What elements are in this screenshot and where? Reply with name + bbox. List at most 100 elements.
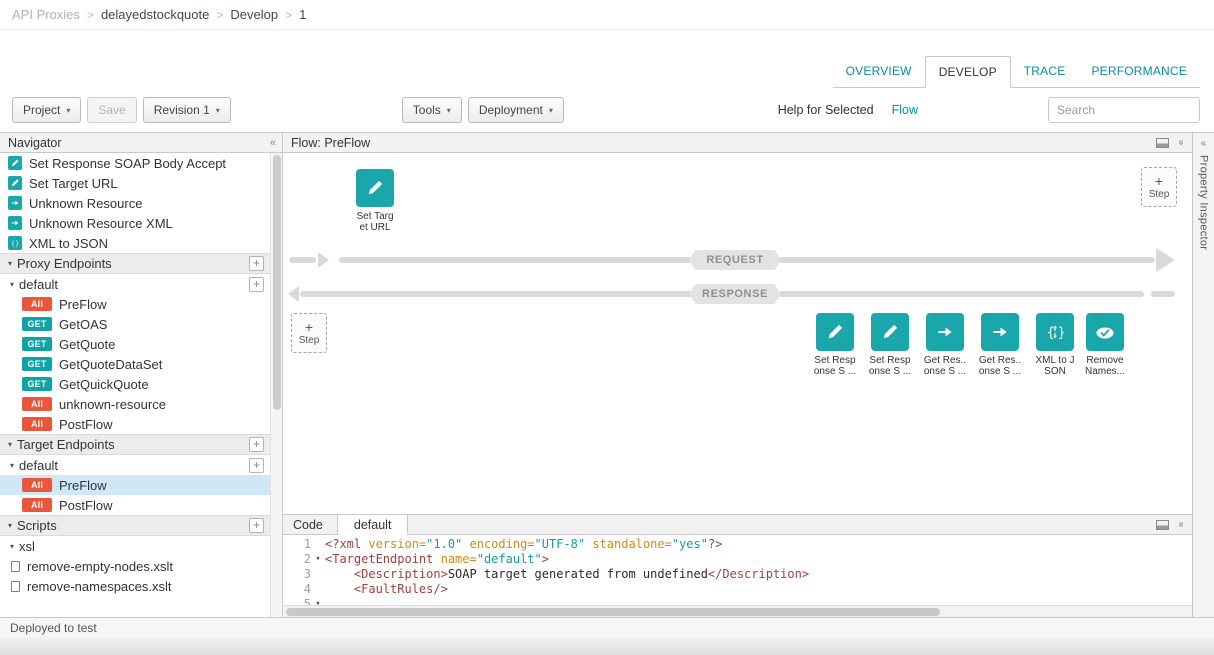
nav-policy-xml-to-json[interactable]: {} XML to JSON xyxy=(0,233,282,253)
section-target-endpoints[interactable]: ▾ Target Endpoints + xyxy=(0,434,282,455)
collapse-panel-icon[interactable]: « xyxy=(270,137,276,149)
nav-script-remove-namespaces[interactable]: remove-namespaces.xslt xyxy=(0,576,282,596)
collapse-panel-icon[interactable]: « xyxy=(1176,140,1187,146)
policy-step-set-target-url[interactable]: Set Target URL xyxy=(347,169,403,233)
step-label: Set Target URL xyxy=(356,211,393,233)
plus-icon: + xyxy=(1155,174,1163,188)
scrollbar-thumb[interactable] xyxy=(286,608,940,616)
step-label: Get Res..onse S ... xyxy=(924,355,966,377)
triangle-down-icon: ▾ xyxy=(8,259,12,268)
braces-icon: {} xyxy=(1036,313,1074,351)
nav-proxy-postflow[interactable]: All PostFlow xyxy=(0,414,282,434)
tab-trace[interactable]: TRACE xyxy=(1011,56,1079,87)
nav-proxy-unknown-resource[interactable]: All unknown-resource xyxy=(0,394,282,414)
project-button[interactable]: Project ▾ xyxy=(12,97,81,123)
nav-target-postflow[interactable]: All PostFlow xyxy=(0,495,282,515)
add-target-endpoint-button[interactable]: + xyxy=(249,437,264,452)
add-step-label: Step xyxy=(299,335,320,346)
policy-step-get-response-2[interactable]: Get Res..onse S ... xyxy=(973,313,1027,377)
breadcrumb-develop[interactable]: Develop xyxy=(230,7,278,22)
nav-policy-unknown-resource[interactable]: Unknown Resource xyxy=(0,193,282,213)
help-flow-link[interactable]: Flow xyxy=(892,103,918,117)
chevron-down-icon: ▾ xyxy=(216,106,220,115)
code-editor[interactable]: 1 <?xml version="1.0" encoding="UTF-8" s… xyxy=(283,535,1192,605)
breadcrumb-separator: > xyxy=(87,8,94,22)
policy-label: Unknown Resource XML xyxy=(29,216,173,231)
tools-button[interactable]: Tools ▾ xyxy=(402,97,462,123)
pencil-icon xyxy=(356,169,394,207)
policy-step-xml-to-json[interactable]: {} XML to JSON xyxy=(1028,313,1082,377)
policy-step-set-response-1[interactable]: Set Response S ... xyxy=(808,313,862,377)
triangle-down-icon: ▾ xyxy=(10,542,14,551)
nav-proxy-getoas[interactable]: GET GetOAS xyxy=(0,314,282,334)
navigator-scrollbar[interactable] xyxy=(270,153,282,617)
method-badge-get: GET xyxy=(22,337,52,351)
tools-button-label: Tools xyxy=(413,103,441,117)
policy-step-remove-namespaces[interactable]: RemoveNames... xyxy=(1078,313,1132,377)
toggle-code-panel-icon[interactable] xyxy=(1156,138,1169,148)
code-panel: Code default « 1 <?xml version="1.0" enc… xyxy=(283,514,1192,617)
policy-step-set-response-2[interactable]: Set Response S ... xyxy=(863,313,917,377)
property-inspector-strip[interactable]: « Property Inspector xyxy=(1192,133,1214,617)
code-header-icons: « xyxy=(1156,519,1192,530)
tab-develop[interactable]: DEVELOP xyxy=(925,56,1011,88)
code-tab-default[interactable]: default xyxy=(337,515,409,536)
proxy-endpoint-group-default[interactable]: ▾ default + xyxy=(0,274,282,294)
file-label: remove-empty-nodes.xslt xyxy=(27,559,173,574)
svg-text:{: { xyxy=(11,241,15,247)
add-flow-button[interactable]: + xyxy=(249,277,264,292)
code-panel-label: Code xyxy=(283,518,327,532)
add-step-button-response[interactable]: + Step xyxy=(291,313,327,353)
toggle-code-panel-icon[interactable] xyxy=(1156,520,1169,530)
deployment-status-text: Deployed to test xyxy=(10,621,97,635)
search-input[interactable] xyxy=(1048,97,1200,123)
collapse-panel-icon[interactable]: « xyxy=(1176,522,1187,528)
add-flow-button[interactable]: + xyxy=(249,458,264,473)
nav-proxy-getquickquote[interactable]: GET GetQuickQuote xyxy=(0,374,282,394)
method-badge-all: All xyxy=(22,498,52,512)
section-proxy-endpoints[interactable]: ▾ Proxy Endpoints + xyxy=(0,253,282,274)
target-endpoint-group-default[interactable]: ▾ default + xyxy=(0,455,282,475)
code-header: Code default « xyxy=(283,514,1192,535)
breadcrumb-revision[interactable]: 1 xyxy=(299,7,306,22)
tab-performance[interactable]: PERFORMANCE xyxy=(1078,56,1200,87)
add-step-button-request[interactable]: + Step xyxy=(1141,167,1177,207)
save-button-label: Save xyxy=(98,103,125,117)
nav-policy-set-target-url[interactable]: Set Target URL xyxy=(0,173,282,193)
nav-target-preflow-selected[interactable]: All PreFlow xyxy=(0,475,282,495)
breadcrumb-api-proxies[interactable]: API Proxies xyxy=(12,7,80,22)
nav-proxy-getquote[interactable]: GET GetQuote xyxy=(0,334,282,354)
expand-panel-icon[interactable]: « xyxy=(1201,138,1207,149)
method-badge-all: All xyxy=(22,478,52,492)
code-line: 4 <FaultRules/> xyxy=(283,582,1192,597)
nav-proxy-preflow[interactable]: All PreFlow xyxy=(0,294,282,314)
project-button-label: Project xyxy=(23,103,60,117)
script-group-xsl[interactable]: ▾ xsl xyxy=(0,536,282,556)
flow-label: GetOAS xyxy=(59,317,107,332)
scrollbar-thumb[interactable] xyxy=(273,155,281,410)
nav-script-remove-empty-nodes[interactable]: remove-empty-nodes.xslt xyxy=(0,556,282,576)
revision-button[interactable]: Revision 1 ▾ xyxy=(143,97,231,123)
file-label: remove-namespaces.xslt xyxy=(27,579,172,594)
flow-label: PostFlow xyxy=(59,498,112,513)
add-proxy-endpoint-button[interactable]: + xyxy=(249,256,264,271)
section-title: Target Endpoints xyxy=(17,437,249,452)
add-script-button[interactable]: + xyxy=(249,518,264,533)
policy-label: Set Response SOAP Body Accept xyxy=(29,156,226,171)
code-horizontal-scrollbar[interactable] xyxy=(283,605,1192,617)
group-label: default xyxy=(19,458,249,473)
deployment-button[interactable]: Deployment ▾ xyxy=(468,97,564,123)
breadcrumb-proxy-name[interactable]: delayedstockquote xyxy=(101,7,209,22)
nav-policy-unknown-resource-xml[interactable]: Unknown Resource XML xyxy=(0,213,282,233)
policy-step-get-response-1[interactable]: Get Res..onse S ... xyxy=(918,313,972,377)
tab-overview[interactable]: OVERVIEW xyxy=(833,56,925,87)
arrow-icon xyxy=(926,313,964,351)
breadcrumb-separator: > xyxy=(216,8,223,22)
code-line: 5▾ xyxy=(283,597,1192,605)
section-scripts[interactable]: ▾ Scripts + xyxy=(0,515,282,536)
flow-canvas[interactable]: Set Target URL + Step + Step REQUEST xyxy=(283,153,1192,514)
request-label-tag: REQUEST xyxy=(689,250,781,270)
nav-policy-set-response-soap-body-accept[interactable]: Set Response SOAP Body Accept xyxy=(0,153,282,173)
save-button[interactable]: Save xyxy=(87,97,136,123)
nav-proxy-getquotedataset[interactable]: GET GetQuoteDataSet xyxy=(0,354,282,374)
